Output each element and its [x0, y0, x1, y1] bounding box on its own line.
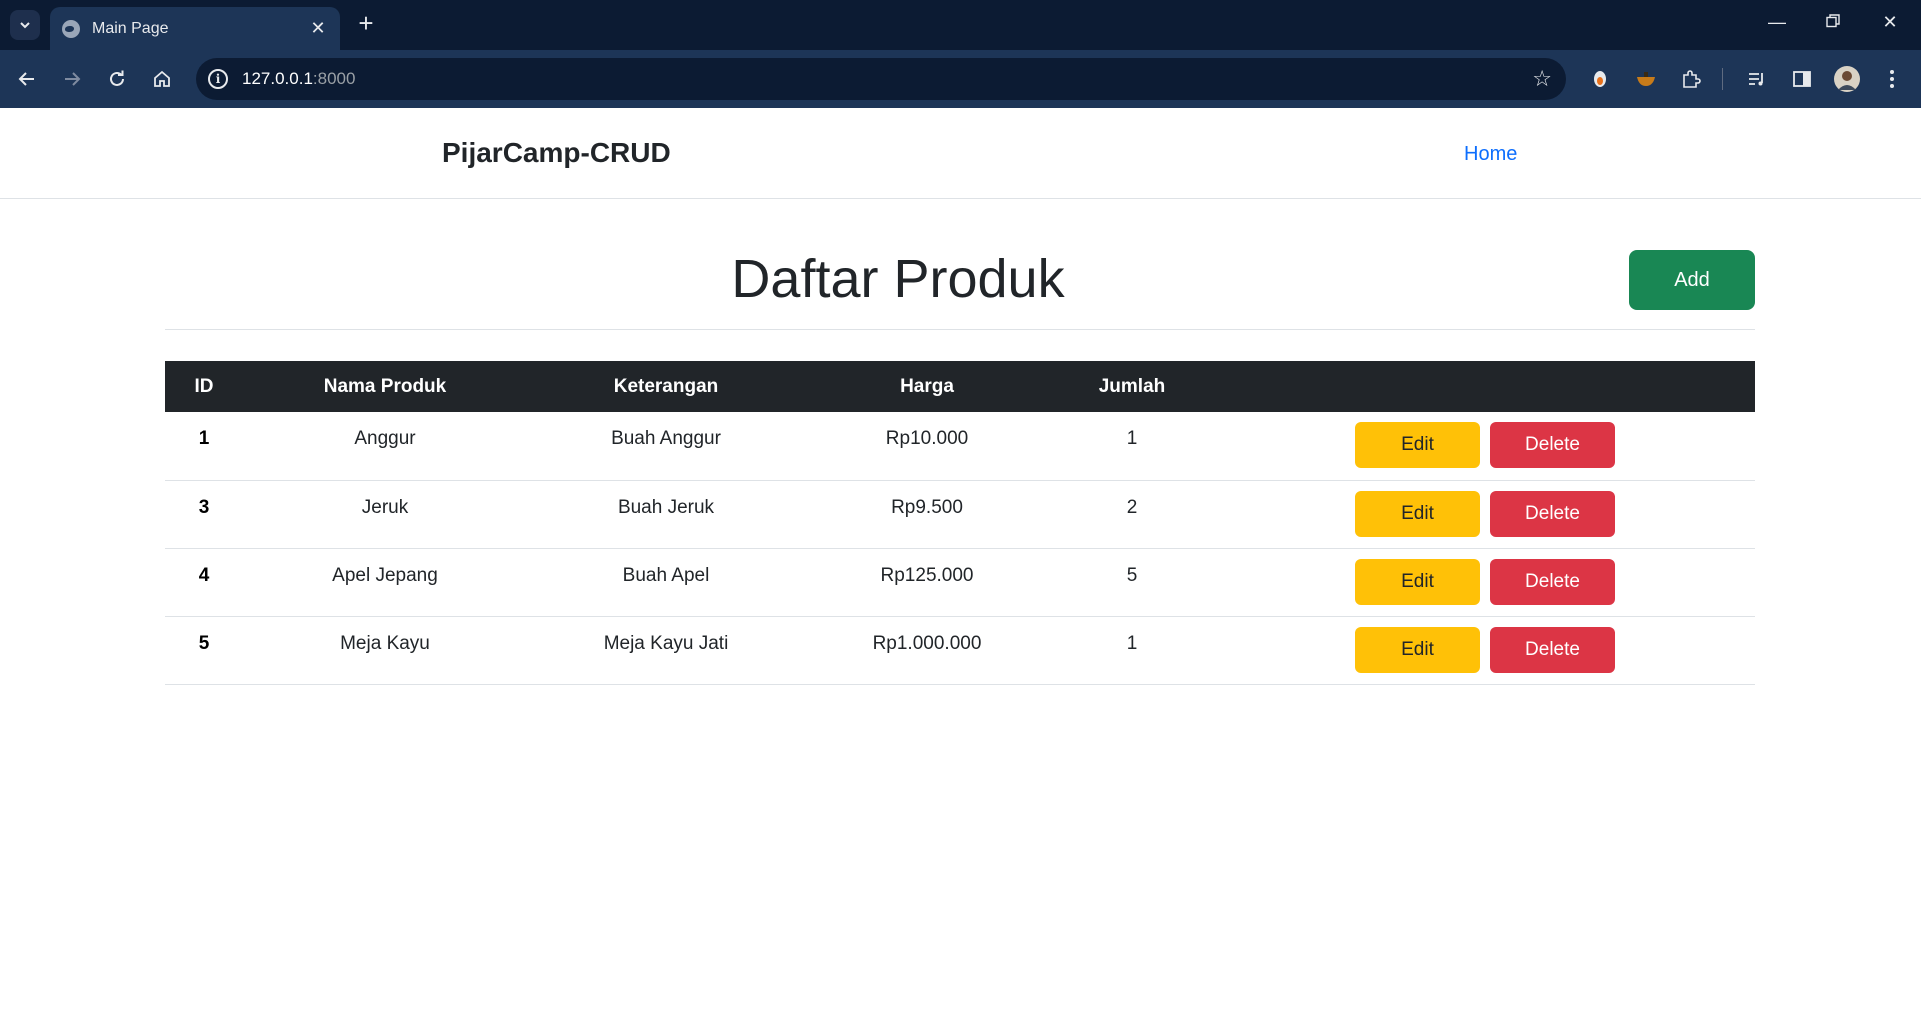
- tab-search-button[interactable]: [10, 10, 40, 40]
- reload-button[interactable]: [102, 64, 132, 94]
- column-header-jumlah: Jumlah: [1049, 361, 1215, 412]
- cell-jumlah: 1: [1049, 412, 1215, 481]
- extension-bowl-icon: [1637, 72, 1655, 86]
- cell-jumlah: 2: [1049, 480, 1215, 549]
- avatar: [1834, 66, 1860, 92]
- cell-nama-produk: Anggur: [243, 412, 527, 481]
- arrow-left-icon: [18, 72, 34, 86]
- chevron-down-icon: [20, 22, 30, 29]
- cell-keterangan: Meja Kayu Jati: [527, 616, 805, 685]
- cell-id: 4: [165, 548, 243, 617]
- cell-harga: Rp10.000: [805, 412, 1049, 481]
- cell-jumlah: 1: [1049, 616, 1215, 685]
- edit-button[interactable]: Edit: [1355, 626, 1480, 673]
- home-icon: [154, 70, 170, 87]
- restore-icon: [1826, 14, 1840, 28]
- cell-harga: Rp125.000: [805, 548, 1049, 617]
- delete-button[interactable]: Delete: [1490, 422, 1615, 468]
- column-header-id: ID: [165, 361, 243, 412]
- extension-icon[interactable]: [1631, 64, 1661, 94]
- cell-harga: Rp9.500: [805, 480, 1049, 549]
- back-button[interactable]: [12, 64, 42, 94]
- browser-chrome: Main Page ✕ + — ✕ i 127.0.0.1:8000 ☆: [0, 0, 1921, 108]
- new-tab-button[interactable]: +: [354, 10, 378, 36]
- page-title: Daftar Produk: [731, 249, 1065, 309]
- edit-button[interactable]: Edit: [1355, 558, 1480, 605]
- table-row: 4 Apel Jepang Buah Apel Rp125.000 5 Edit…: [165, 548, 1755, 617]
- cell-keterangan: Buah Anggur: [527, 412, 805, 481]
- cell-nama-produk: Meja Kayu: [243, 616, 527, 685]
- restore-button[interactable]: [1821, 12, 1845, 33]
- column-header-keterangan: Keterangan: [527, 361, 805, 412]
- media-control-icon[interactable]: [1742, 64, 1772, 94]
- table-row: 3 Jeruk Buah Jeruk Rp9.500 2 Edit Delete: [165, 480, 1755, 549]
- avatar[interactable]: [1832, 64, 1862, 94]
- cell-keterangan: Buah Apel: [527, 548, 805, 617]
- star-icon[interactable]: ☆: [1532, 66, 1552, 92]
- edit-button[interactable]: Edit: [1355, 422, 1480, 468]
- close-icon[interactable]: ✕: [308, 18, 328, 39]
- cell-harga: Rp1.000.000: [805, 616, 1049, 685]
- page-content: PijarCamp-CRUD Home Daftar Produk Add ID…: [0, 108, 1921, 1021]
- address-bar[interactable]: i 127.0.0.1:8000 ☆: [196, 58, 1566, 100]
- cell-id: 5: [165, 616, 243, 685]
- forward-button[interactable]: [57, 64, 87, 94]
- cell-nama-produk: Apel Jepang: [243, 548, 527, 617]
- extension-icon[interactable]: [1585, 64, 1615, 94]
- cell-id: 3: [165, 480, 243, 549]
- delete-button[interactable]: Delete: [1490, 490, 1615, 537]
- home-button[interactable]: [147, 64, 177, 94]
- delete-button[interactable]: Delete: [1490, 626, 1615, 673]
- close-window-button[interactable]: ✕: [1878, 12, 1902, 33]
- cell-nama-produk: Jeruk: [243, 480, 527, 549]
- divider: [165, 329, 1755, 330]
- nav-link-home[interactable]: Home: [1464, 143, 1517, 166]
- cell-keterangan: Buah Jeruk: [527, 480, 805, 549]
- tab-title: Main Page: [92, 19, 169, 37]
- cell-actions: Edit Delete: [1215, 412, 1755, 481]
- extension-badge-icon: [1594, 71, 1606, 87]
- info-icon[interactable]: i: [208, 69, 228, 89]
- browser-toolbar: i 127.0.0.1:8000 ☆: [0, 50, 1921, 108]
- table-row: 1 Anggur Buah Anggur Rp10.000 1 Edit Dele…: [165, 412, 1755, 481]
- navbar-brand[interactable]: PijarCamp-CRUD: [442, 137, 671, 169]
- tab-main-page[interactable]: Main Page ✕: [50, 7, 340, 50]
- kebab-menu-icon[interactable]: [1877, 64, 1907, 94]
- delete-button[interactable]: Delete: [1490, 558, 1615, 605]
- products-table: ID Nama Produk Keterangan Harga Jumlah 1…: [165, 361, 1755, 685]
- navbar: PijarCamp-CRUD Home: [0, 108, 1921, 199]
- media-control-icon: [1749, 73, 1763, 86]
- arrow-right-icon: [65, 72, 81, 86]
- cell-actions: Edit Delete: [1215, 480, 1755, 549]
- add-button[interactable]: Add: [1629, 250, 1755, 310]
- toolbar-divider: [1722, 68, 1723, 90]
- reload-icon: [110, 70, 124, 86]
- puzzle-icon[interactable]: [1676, 64, 1706, 94]
- table-header-row: ID Nama Produk Keterangan Harga Jumlah: [165, 361, 1755, 412]
- column-header-harga: Harga: [805, 361, 1049, 412]
- cell-id: 1: [165, 412, 243, 481]
- minimize-button[interactable]: —: [1765, 12, 1789, 33]
- puzzle-icon: [1683, 70, 1701, 88]
- cell-actions: Edit Delete: [1215, 616, 1755, 685]
- edit-button[interactable]: Edit: [1355, 490, 1480, 537]
- tab-bar: Main Page ✕ + — ✕: [0, 0, 1921, 50]
- column-header-nama-produk: Nama Produk: [243, 361, 527, 412]
- table-row: 5 Meja Kayu Meja Kayu Jati Rp1.000.000 1…: [165, 616, 1755, 685]
- side-panel-icon[interactable]: [1787, 64, 1817, 94]
- kebab-menu-icon: [1890, 70, 1894, 88]
- column-header-actions: [1215, 361, 1755, 412]
- url-text[interactable]: 127.0.0.1:8000: [242, 69, 1532, 89]
- globe-icon: [62, 19, 80, 38]
- side-panel-icon: [1793, 71, 1811, 87]
- cell-actions: Edit Delete: [1215, 548, 1755, 617]
- cell-jumlah: 5: [1049, 548, 1215, 617]
